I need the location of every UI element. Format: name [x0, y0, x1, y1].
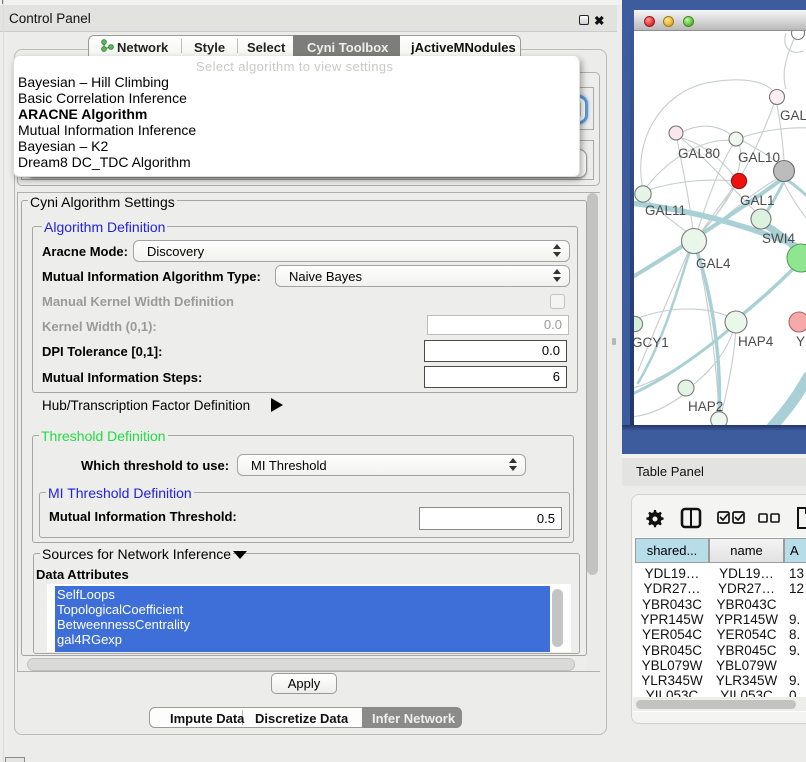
svg-text:SWI4: SWI4	[762, 231, 795, 246]
svg-text:GCY1: GCY1	[634, 335, 669, 350]
svg-text:Y: Y	[796, 334, 805, 349]
svg-text:HAP2: HAP2	[688, 399, 723, 414]
svg-text:GAL4: GAL4	[696, 256, 731, 271]
svg-text:GAL1: GAL1	[740, 193, 775, 208]
svg-text:HAP4: HAP4	[738, 334, 774, 349]
svg-text:GAL11: GAL11	[645, 203, 686, 218]
svg-text:GAL80: GAL80	[678, 146, 720, 161]
svg-text:GAL10: GAL10	[738, 150, 780, 165]
svg-text:GAL: GAL	[780, 108, 806, 123]
